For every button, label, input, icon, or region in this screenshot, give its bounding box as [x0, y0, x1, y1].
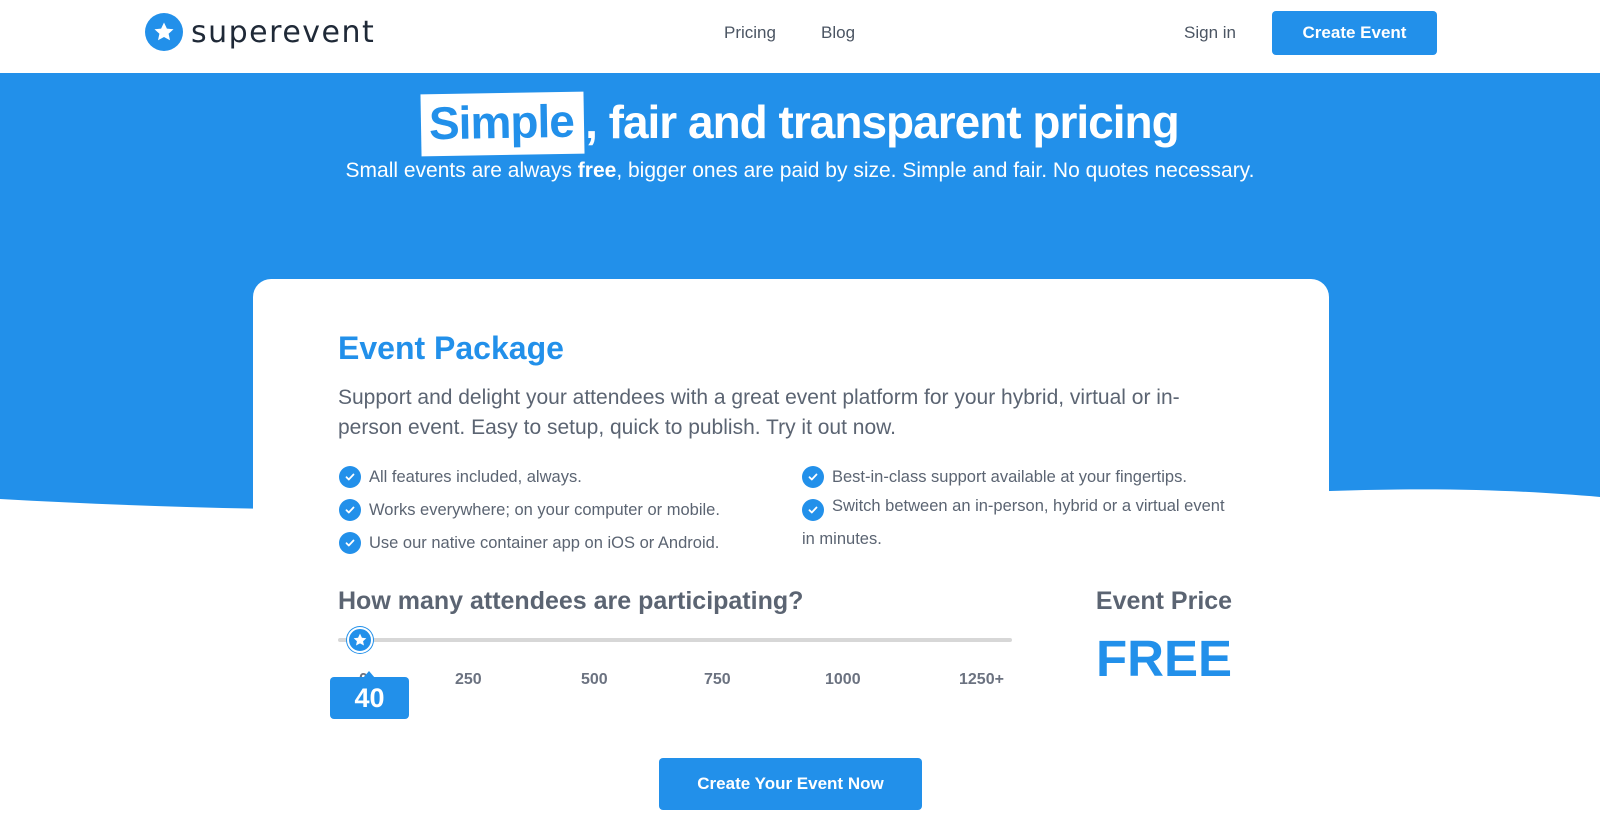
attendee-count-badge: 40 [330, 677, 409, 719]
slider-tick-label: 1000 [825, 671, 861, 688]
check-icon [802, 466, 824, 488]
sign-in-link[interactable]: Sign in [1184, 23, 1236, 43]
feature-item: Works everywhere; on your computer or mo… [339, 499, 720, 521]
feature-text: All features included, always. [369, 468, 582, 486]
hero-title: Simple, fair and transparent pricing [0, 91, 1600, 157]
price-value: FREE [1095, 630, 1233, 687]
slider-tick-label: 1250+ [959, 671, 1004, 688]
nav-pricing[interactable]: Pricing [724, 23, 776, 43]
logo[interactable]: superevent [145, 13, 375, 51]
hero-subtitle-bold: free [577, 159, 617, 182]
star-icon [145, 13, 183, 51]
feature-item: All features included, always. [339, 466, 582, 488]
hero-subtitle: Small events are always free, bigger one… [0, 159, 1600, 183]
site-header: superevent Pricing Blog Sign in Create E… [0, 0, 1600, 73]
check-icon [339, 466, 361, 488]
pricing-card: Event Package Support and delight your a… [253, 279, 1329, 817]
logo-text: superevent [191, 14, 376, 50]
check-icon [339, 499, 361, 521]
slider-tick-label: 500 [581, 671, 608, 688]
create-event-button[interactable]: Create Event [1272, 11, 1437, 55]
feature-text: Best-in-class support available at your … [832, 468, 1187, 486]
hero-subtitle-pre: Small events are always [345, 159, 578, 182]
slider-tick-label: 750 [704, 671, 731, 688]
check-icon [802, 499, 824, 521]
package-title: Event Package [338, 330, 564, 366]
price-label: Event Price [1095, 587, 1233, 615]
slider-tick-label: 250 [455, 671, 482, 688]
attendees-slider-track[interactable] [338, 638, 1012, 642]
feature-text: Use our native container app on iOS or A… [369, 534, 720, 552]
package-description: Support and delight your attendees with … [338, 386, 1180, 439]
star-icon [353, 633, 366, 646]
feature-item: Best-in-class support available at your … [802, 466, 1187, 488]
feature-item: Use our native container app on iOS or A… [339, 532, 719, 554]
feature-text: Switch between an in-person, hybrid or a… [802, 497, 1225, 548]
hero-subtitle-post: , bigger ones are paid by size. Simple a… [616, 159, 1255, 182]
hero-title-highlight: Simple [420, 91, 585, 157]
nav-blog[interactable]: Blog [821, 23, 855, 43]
attendees-slider-handle[interactable] [346, 627, 373, 653]
feature-item: Switch between an in-person, hybrid or a… [802, 490, 1232, 556]
hero-title-rest: , fair and transparent pricing [585, 96, 1180, 148]
attendees-question: How many attendees are participating? [338, 587, 804, 615]
check-icon [339, 532, 361, 554]
create-your-event-now-button[interactable]: Create Your Event Now [659, 758, 922, 810]
feature-text: Works everywhere; on your computer or mo… [369, 501, 720, 519]
